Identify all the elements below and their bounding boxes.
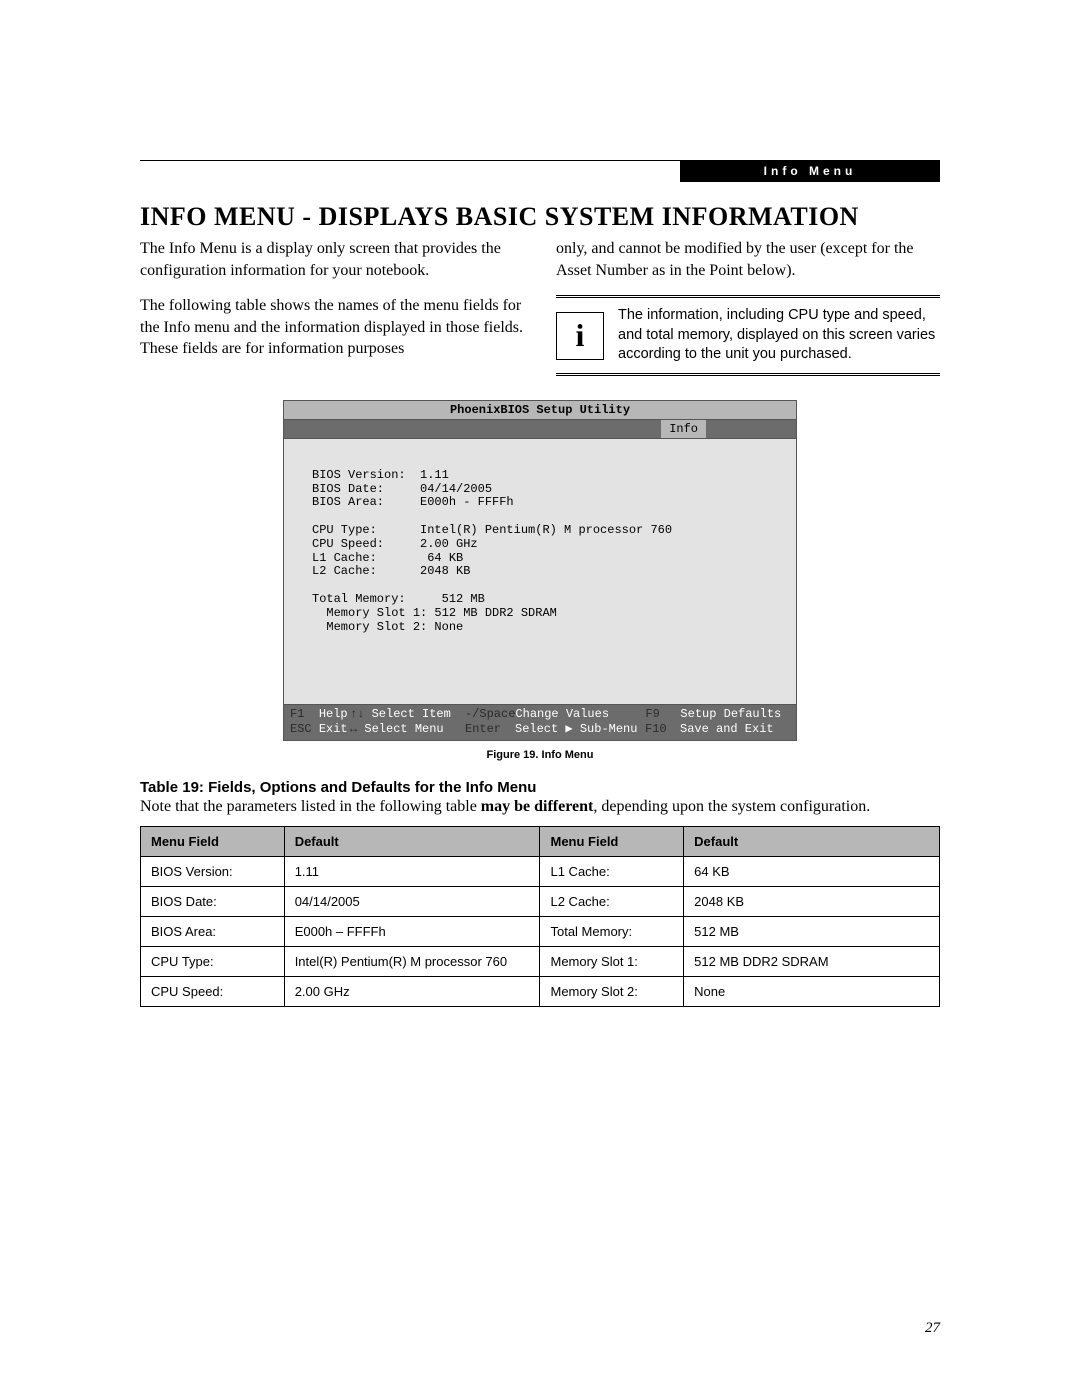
- leftright-arrows-icon: ↔: [350, 722, 357, 736]
- cell-menu-field: Memory Slot 2:: [540, 977, 684, 1007]
- note-text: The information, including CPU type and …: [618, 306, 940, 365]
- page: Info Menu INFO MENU - DISPLAYS BASIC SYS…: [0, 0, 1080, 1397]
- bios-save-exit-label: Save and Exit: [680, 722, 774, 736]
- cell-default: 512 MB: [684, 917, 940, 947]
- cell-default: Intel(R) Pentium(R) M processor 760: [284, 947, 540, 977]
- bios-select-item-label: Select Item: [372, 707, 451, 721]
- defaults-table: Menu Field Default Menu Field Default BI…: [140, 826, 940, 1007]
- note-block: i The information, including CPU type an…: [556, 295, 940, 376]
- bios-key-f10: F10: [645, 722, 667, 736]
- bios-select-submenu-label: Select ▶ Sub-Menu: [515, 722, 637, 736]
- col-default-2: Default: [684, 827, 940, 857]
- bios-footer-row-1: F1 Help ↑↓ Select Item -/Space Change Va…: [290, 707, 790, 721]
- bios-menu-bar: Info: [284, 420, 796, 439]
- table-header-row: Menu Field Default Menu Field Default: [141, 827, 940, 857]
- bios-utility-title: PhoenixBIOS Setup Utility: [284, 401, 796, 420]
- bios-key-space: -/Space: [465, 707, 515, 721]
- body-paragraph-3: only, and cannot be modified by the user…: [556, 238, 940, 281]
- table-title: Table 19: Fields, Options and Defaults f…: [140, 779, 940, 796]
- bios-tab-info: Info: [661, 420, 706, 438]
- bios-body: BIOS Version: 1.11 BIOS Date: 04/14/2005…: [284, 439, 796, 705]
- bios-setup-defaults-label: Setup Defaults: [680, 707, 781, 721]
- col-default-1: Default: [284, 827, 540, 857]
- cell-default: 64 KB: [684, 857, 940, 887]
- note-wrap: i The information, including CPU type an…: [556, 295, 940, 376]
- col-menu-field-1: Menu Field: [141, 827, 285, 857]
- table-row: BIOS Version:1.11L1 Cache:64 KB: [141, 857, 940, 887]
- cell-default: 1.11: [284, 857, 540, 887]
- cell-menu-field: BIOS Area:: [141, 917, 285, 947]
- bios-change-values-label: Change Values: [515, 707, 609, 721]
- updown-arrows-icon: ↑↓: [350, 707, 364, 721]
- page-title: INFO MENU - DISPLAYS BASIC SYSTEM INFORM…: [140, 202, 940, 232]
- table-row: CPU Type:Intel(R) Pentium(R) M processor…: [141, 947, 940, 977]
- bios-select-menu-label: Select Menu: [364, 722, 443, 736]
- col-menu-field-2: Menu Field: [540, 827, 684, 857]
- cell-menu-field: CPU Type:: [141, 947, 285, 977]
- table-note-pre: Note that the parameters listed in the f…: [140, 798, 481, 815]
- cell-default: 512 MB DDR2 SDRAM: [684, 947, 940, 977]
- info-icon: i: [556, 312, 604, 360]
- bios-help-label: Help: [319, 707, 348, 721]
- table-row: CPU Speed:2.00 GHzMemory Slot 2:None: [141, 977, 940, 1007]
- cell-default: 04/14/2005: [284, 887, 540, 917]
- bios-screenshot: PhoenixBIOS Setup Utility Info BIOS Vers…: [283, 400, 797, 741]
- table-note-post: , depending upon the system configuratio…: [593, 798, 870, 815]
- cell-menu-field: Total Memory:: [540, 917, 684, 947]
- cell-default: E000h – FFFFh: [284, 917, 540, 947]
- bios-key-f9: F9: [645, 707, 659, 721]
- bios-key-enter: Enter: [465, 722, 501, 736]
- body-paragraph-2: The following table shows the names of t…: [140, 295, 524, 360]
- bios-key-esc: ESC: [290, 722, 312, 736]
- figure-caption: Figure 19. Info Menu: [140, 749, 940, 761]
- cell-default: 2048 KB: [684, 887, 940, 917]
- bios-key-f1: F1: [290, 707, 304, 721]
- table-row: BIOS Area:E000h – FFFFhTotal Memory:512 …: [141, 917, 940, 947]
- header-bar-row: Info Menu: [140, 160, 940, 182]
- body-paragraph-1: The Info Menu is a display only screen t…: [140, 238, 524, 281]
- cell-menu-field: BIOS Version:: [141, 857, 285, 887]
- cell-menu-field: L1 Cache:: [540, 857, 684, 887]
- page-number: 27: [925, 1320, 940, 1337]
- table-note: Note that the parameters listed in the f…: [140, 798, 940, 816]
- cell-menu-field: Memory Slot 1:: [540, 947, 684, 977]
- table-note-bold: may be different: [481, 798, 594, 815]
- bios-footer: F1 Help ↑↓ Select Item -/Space Change Va…: [284, 704, 796, 740]
- cell-default: None: [684, 977, 940, 1007]
- body-columns: The Info Menu is a display only screen t…: [140, 238, 940, 376]
- table-row: BIOS Date:04/14/2005L2 Cache:2048 KB: [141, 887, 940, 917]
- section-header-bar: Info Menu: [680, 160, 940, 182]
- bios-exit-label: Exit: [319, 722, 348, 736]
- cell-menu-field: L2 Cache:: [540, 887, 684, 917]
- cell-menu-field: CPU Speed:: [141, 977, 285, 1007]
- cell-menu-field: BIOS Date:: [141, 887, 285, 917]
- bios-footer-row-2: ESC Exit ↔ Select Menu Enter Select ▶ Su…: [290, 722, 790, 736]
- cell-default: 2.00 GHz: [284, 977, 540, 1007]
